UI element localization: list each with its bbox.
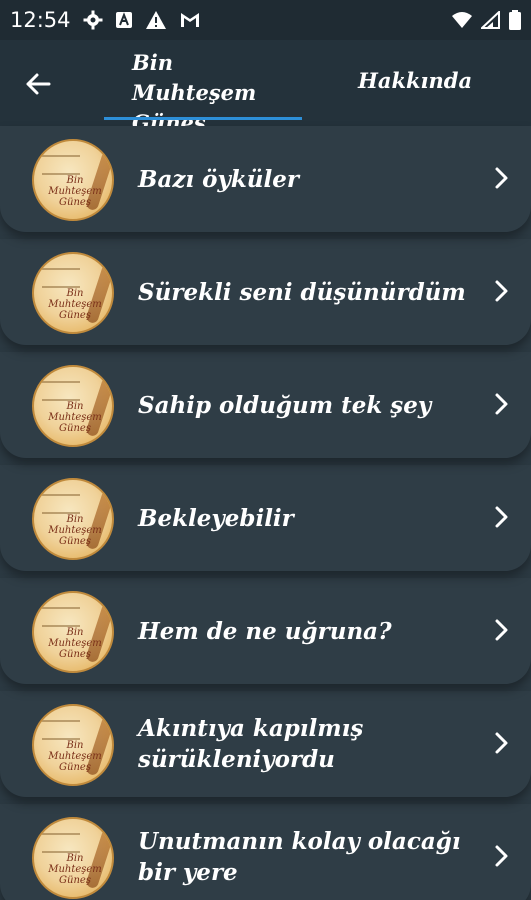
- list-item[interactable]: Bin Muhteşem Güneş Bekleyebilir: [0, 465, 531, 571]
- chevron-right-icon: [495, 167, 508, 189]
- back-button[interactable]: [22, 68, 54, 100]
- book-cover-thumbnail: Bin Muhteşem Güneş: [32, 365, 114, 447]
- chevron-right-icon: [495, 732, 508, 754]
- status-bar: 12:54: [0, 0, 531, 40]
- book-cover-thumbnail: Bin Muhteşem Güneş: [32, 139, 114, 221]
- list-item-title: Bazı öyküler: [138, 165, 299, 193]
- tab-indicator: [104, 117, 302, 120]
- book-cover-thumbnail: Bin Muhteşem Güneş: [32, 704, 114, 786]
- warning-icon: [145, 10, 167, 30]
- list-item[interactable]: Bin Muhteşem Güneş Bazı öyküler: [0, 126, 531, 232]
- list-item[interactable]: Bin Muhteşem Güneş Unutmanın kolay olaca…: [0, 804, 531, 900]
- tab-hakkinda[interactable]: Hakkında: [358, 66, 472, 96]
- tab-bin-muhtesem-gunes[interactable]: Bin Muhteşem Güneş: [132, 48, 300, 138]
- chevron-right-icon: [495, 393, 508, 415]
- chevron-right-icon: [495, 506, 508, 528]
- app-bar: Bin Muhteşem Güneş Hakkında: [0, 40, 531, 135]
- book-cover-thumbnail: Bin Muhteşem Güneş: [32, 591, 114, 673]
- chevron-right-icon: [495, 280, 508, 302]
- list-item[interactable]: Bin Muhteşem Güneş Sahip olduğum tek şey: [0, 352, 531, 458]
- battery-icon: [509, 10, 521, 30]
- list-item-title: Sahip olduğum tek şey: [138, 391, 432, 419]
- signal-icon: [481, 11, 501, 29]
- a-box-icon: [115, 11, 133, 29]
- book-cover-thumbnail: Bin Muhteşem Güneş: [32, 478, 114, 560]
- book-cover-thumbnail: Bin Muhteşem Güneş: [32, 252, 114, 334]
- list-item[interactable]: Bin Muhteşem Güneş Sürekli seni düşünürd…: [0, 239, 531, 345]
- gmail-icon: [179, 11, 201, 29]
- wifi-icon: [451, 11, 473, 29]
- chevron-right-icon: [495, 845, 508, 867]
- list-item[interactable]: Bin Muhteşem Güneş Akıntıya kapılmış sür…: [0, 691, 531, 797]
- chevron-right-icon: [495, 619, 508, 641]
- list-item-title: Akıntıya kapılmış sürükleniyordu: [138, 715, 364, 773]
- list-item-title: Sürekli seni düşünürdüm: [138, 278, 466, 306]
- gear-icon: [83, 10, 103, 30]
- list-item[interactable]: Bin Muhteşem Güneş Hem de ne uğruna?: [0, 578, 531, 684]
- list-item-title: Unutmanın kolay olacağı bir yere: [138, 828, 461, 886]
- list-item-title: Bekleyebilir: [138, 504, 294, 532]
- arrow-left-icon: [26, 73, 51, 95]
- status-time: 12:54: [10, 8, 71, 32]
- list-item-title: Hem de ne uğruna?: [138, 617, 392, 645]
- book-cover-thumbnail: Bin Muhteşem Güneş: [32, 817, 114, 899]
